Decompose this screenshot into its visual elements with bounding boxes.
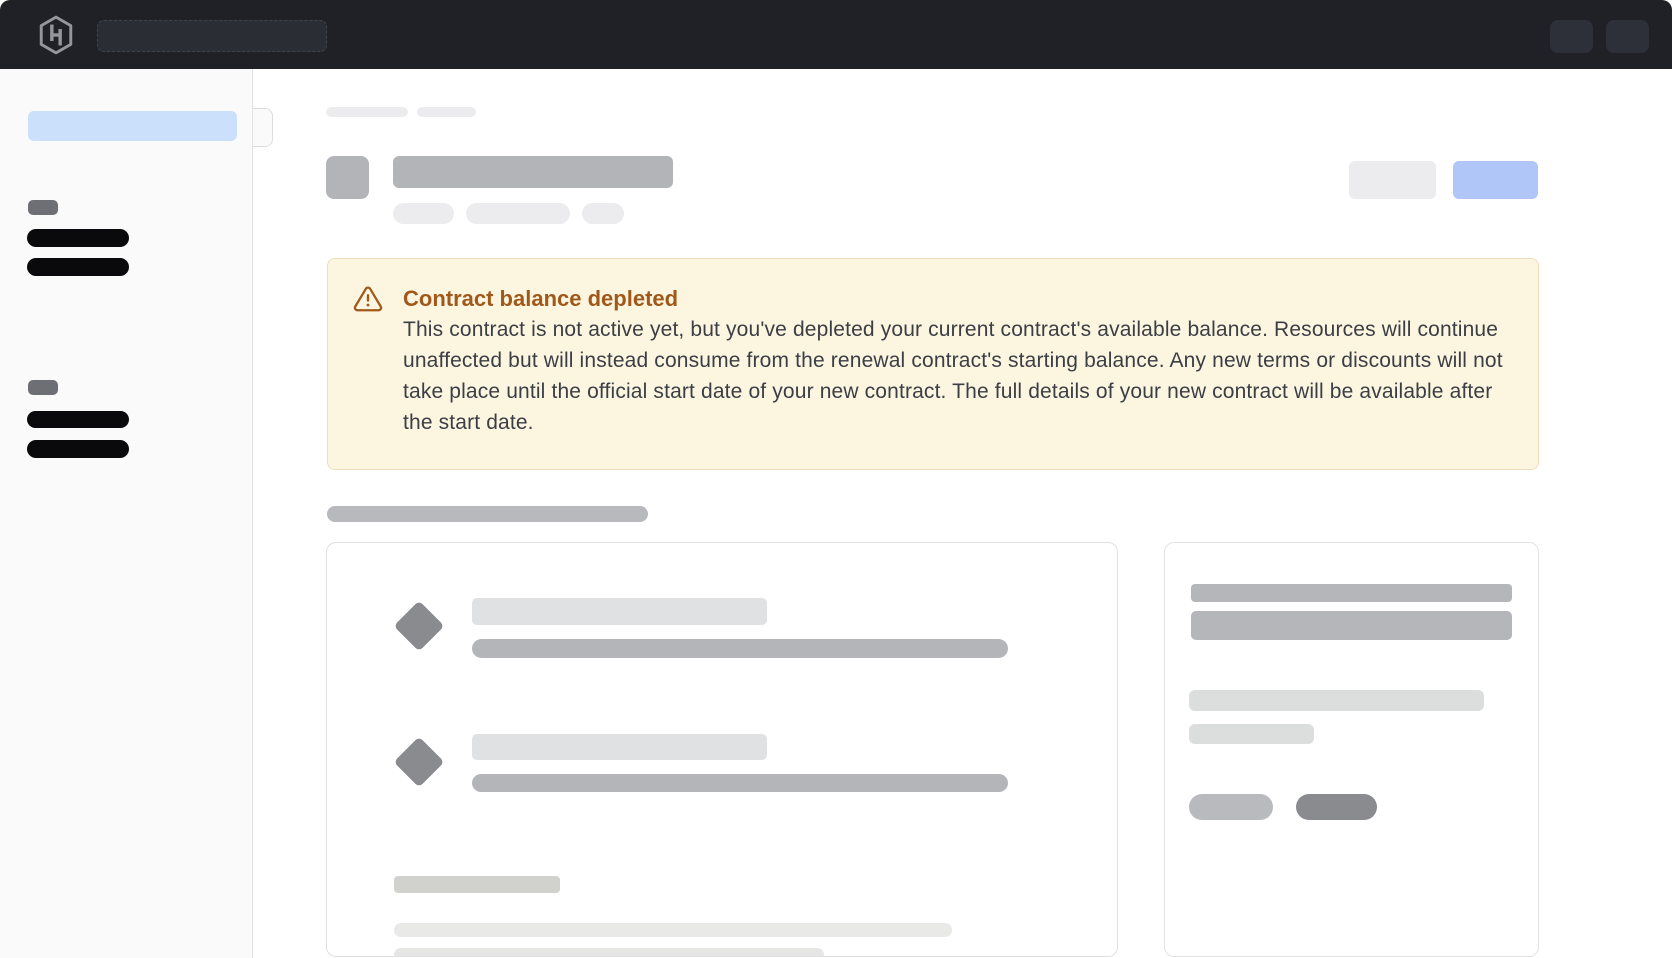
sidebar-item-placeholder[interactable] xyxy=(27,229,129,247)
breadcrumb-placeholder[interactable] xyxy=(417,107,476,117)
status-badge-placeholder xyxy=(466,203,570,224)
top-navigation-bar xyxy=(0,0,1672,69)
card-footer-label-placeholder xyxy=(394,876,560,893)
summary-value-placeholder xyxy=(1191,611,1512,640)
secondary-button-placeholder[interactable] xyxy=(1349,161,1436,199)
sidebar-section-label-placeholder xyxy=(28,200,58,215)
section-heading-placeholder xyxy=(327,506,648,522)
card-action-button-placeholder[interactable] xyxy=(1296,794,1377,820)
page-icon-placeholder xyxy=(326,156,369,199)
page-title-placeholder xyxy=(393,156,673,188)
summary-line-placeholder xyxy=(1189,724,1314,744)
summary-card-placeholder xyxy=(1164,542,1539,957)
topbar-help-button-placeholder[interactable] xyxy=(1550,20,1593,53)
diamond-bullet-icon xyxy=(394,601,445,652)
sidebar-section-label-placeholder xyxy=(28,380,58,395)
card-action-button-placeholder[interactable] xyxy=(1189,794,1273,820)
contract-warning-banner: Contract balance depleted This contract … xyxy=(327,258,1539,470)
topbar-context-switcher-placeholder[interactable] xyxy=(97,20,327,52)
breadcrumb-placeholder[interactable] xyxy=(326,107,408,117)
primary-button-placeholder[interactable] xyxy=(1453,161,1538,199)
app-window: Contract balance depleted This contract … xyxy=(0,0,1672,958)
sidebar-item-placeholder[interactable] xyxy=(27,440,129,458)
card-footer-line-placeholder xyxy=(394,923,952,937)
row-label-placeholder xyxy=(472,598,767,625)
sidebar-item-placeholder[interactable] xyxy=(27,411,129,428)
sidebar-item-placeholder[interactable] xyxy=(27,258,129,276)
sidebar-navigation xyxy=(0,69,253,958)
card-footer-line-placeholder xyxy=(394,948,824,957)
hashicorp-logo-icon[interactable] xyxy=(37,15,75,55)
summary-title-placeholder xyxy=(1191,584,1512,602)
sidebar-active-item-placeholder[interactable] xyxy=(28,111,237,141)
topbar-user-menu-placeholder[interactable] xyxy=(1606,20,1649,53)
alert-triangle-icon xyxy=(353,284,383,314)
row-value-placeholder xyxy=(472,639,1008,658)
row-value-placeholder xyxy=(472,774,1008,792)
row-label-placeholder xyxy=(472,734,767,760)
diamond-bullet-icon xyxy=(394,737,445,788)
status-badge-placeholder xyxy=(393,203,454,224)
banner-body-text: This contract is not active yet, but you… xyxy=(403,314,1507,438)
banner-title: Contract balance depleted xyxy=(403,284,678,313)
contract-details-card-placeholder xyxy=(326,542,1118,957)
sidebar-collapse-handle[interactable] xyxy=(253,108,273,147)
status-badge-placeholder xyxy=(582,203,624,224)
summary-line-placeholder xyxy=(1189,690,1484,711)
